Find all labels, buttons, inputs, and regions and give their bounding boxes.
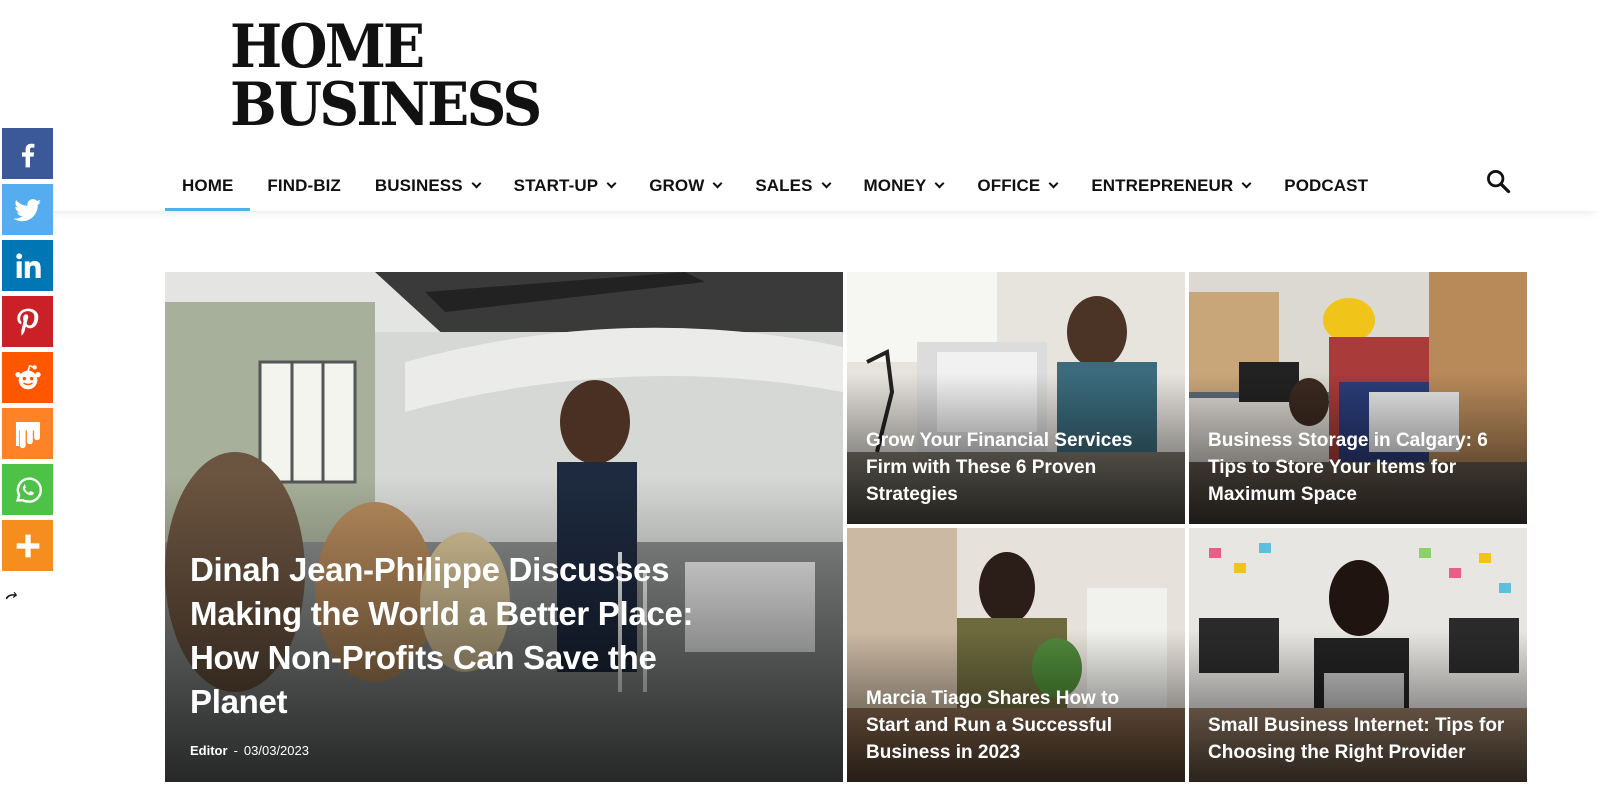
nav-label: SALES	[755, 175, 813, 195]
nav-label: ENTREPRENEUR	[1091, 175, 1234, 195]
nav-label: MONEY	[863, 175, 927, 195]
post-title[interactable]: Business Storage in Calgary: 6 Tips to S…	[1208, 427, 1508, 508]
logo-line-1: HOME	[230, 12, 425, 82]
nav-item-money[interactable]: MONEY	[847, 160, 961, 211]
plus-icon	[16, 534, 39, 557]
nav-item-sales[interactable]: SALES	[738, 160, 846, 211]
nav-item-office[interactable]: OFFICE	[960, 160, 1074, 211]
nav-item-start-up[interactable]: START-UP	[497, 160, 633, 211]
featured-post-meta: Editor -03/03/2023	[190, 743, 309, 758]
nav-label: HOME	[182, 175, 234, 195]
nav-item-podcast[interactable]: PODCAST	[1267, 160, 1385, 211]
whatsapp-icon	[15, 476, 42, 503]
post-tile[interactable]: Marcia Tiago Shares How to Start and Run…	[847, 528, 1185, 782]
post-tile[interactable]: Grow Your Financial Services Firm with T…	[847, 272, 1185, 524]
hide-share-bar-icon[interactable]	[4, 590, 20, 606]
nav-item-find-biz[interactable]: FIND-BIZ	[250, 160, 358, 211]
post-date: 03/03/2023	[243, 743, 309, 758]
post-tile[interactable]: Business Storage in Calgary: 6 Tips to S…	[1189, 272, 1527, 524]
meta-separator: -	[233, 743, 238, 758]
pinterest-share-button[interactable]	[2, 296, 53, 347]
logo-line-2: BUSINESS	[230, 70, 542, 140]
reddit-share-button[interactable]	[2, 352, 53, 403]
facebook-icon	[21, 143, 34, 167]
nav-label: BUSINESS	[374, 175, 463, 195]
chevron-down-icon	[1048, 178, 1059, 189]
site-logo[interactable]: HOME BUSINESS	[230, 12, 542, 140]
post-title[interactable]: Marcia Tiago Shares How to Start and Run…	[866, 685, 1166, 766]
chevron-down-icon	[712, 178, 723, 189]
chevron-down-icon	[471, 178, 482, 189]
twitter-icon	[12, 198, 41, 221]
post-tile[interactable]: Small Business Internet: Tips for Choosi…	[1189, 528, 1527, 782]
nav-item-grow[interactable]: GROW	[632, 160, 738, 211]
mix-icon	[15, 421, 40, 448]
nav-label: OFFICE	[977, 175, 1041, 195]
linkedin-icon	[15, 252, 41, 278]
chevron-down-icon	[934, 178, 945, 189]
search-icon[interactable]	[1484, 167, 1512, 195]
nav-label: START-UP	[513, 175, 599, 195]
facebook-share-button[interactable]	[2, 128, 53, 179]
nav-item-entrepreneur[interactable]: ENTREPRENEUR	[1074, 160, 1267, 211]
reddit-icon	[14, 364, 41, 389]
chevron-down-icon	[1241, 178, 1252, 189]
twitter-share-button[interactable]	[2, 184, 53, 235]
chevron-down-icon	[606, 178, 617, 189]
featured-post-title[interactable]: Dinah Jean-Philippe Discusses Making the…	[190, 548, 710, 724]
featured-post[interactable]: Dinah Jean-Philippe Discusses Making the…	[165, 272, 843, 782]
nav-item-home[interactable]: HOME	[165, 160, 251, 211]
main-nav: HOME FIND-BIZ BUSINESS START-UP GROW SAL…	[165, 160, 1385, 211]
chevron-down-icon	[821, 178, 831, 189]
nav-label: PODCAST	[1284, 175, 1369, 195]
linkedin-share-button[interactable]	[2, 240, 53, 291]
more-share-button[interactable]	[2, 520, 53, 571]
post-title[interactable]: Grow Your Financial Services Firm with T…	[866, 427, 1166, 508]
post-author[interactable]: Editor	[190, 743, 228, 758]
social-share-bar	[2, 128, 54, 576]
nav-label: GROW	[649, 175, 705, 195]
post-title[interactable]: Small Business Internet: Tips for Choosi…	[1208, 712, 1508, 766]
nav-item-business[interactable]: BUSINESS	[358, 160, 497, 211]
whatsapp-share-button[interactable]	[2, 464, 53, 515]
nav-label: FIND-BIZ	[267, 175, 341, 195]
mix-share-button[interactable]	[2, 408, 53, 459]
site-header: HOME BUSINESS HOME FIND-BIZ BUSINESS STA…	[0, 0, 1600, 211]
pinterest-icon	[16, 308, 38, 336]
